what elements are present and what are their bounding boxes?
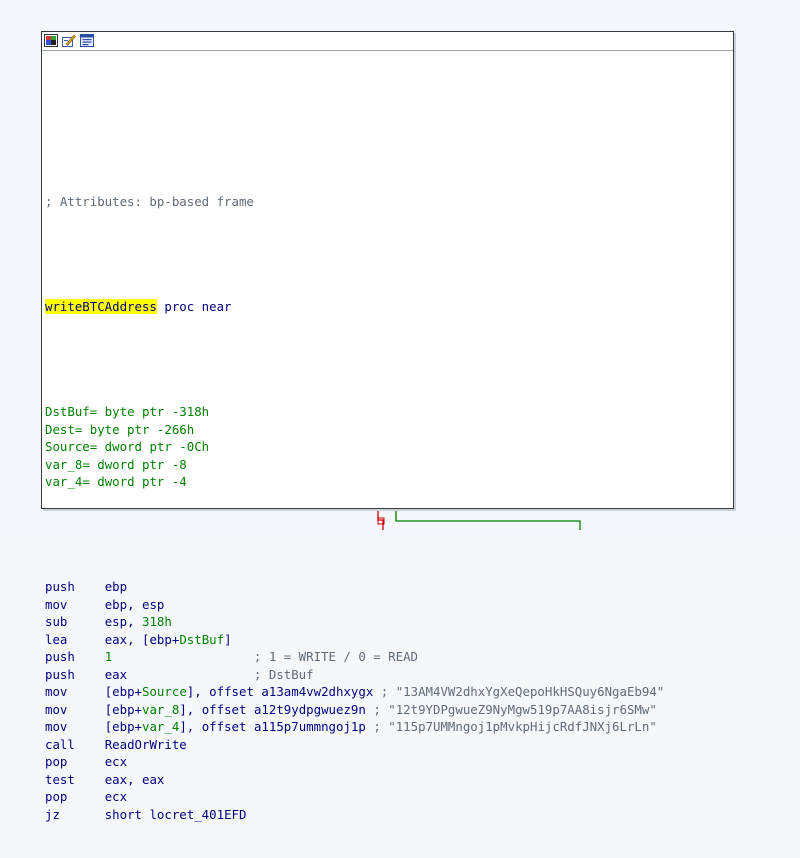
instruction-line[interactable]: mov [ebp+var_8], offset a12t9ydpgwuez9n … [45, 701, 733, 719]
stack-variable-name[interactable]: DstBuf [45, 404, 90, 419]
node-titlebar [42, 32, 733, 51]
instruction-line[interactable]: push ebp [45, 578, 733, 596]
instruction-operands: eax [104, 666, 128, 682]
stack-variable-line: Source= dword ptr -0Ch [45, 438, 733, 456]
stack-variable-def: = dword ptr -0Ch [89, 439, 210, 454]
proc-declaration: proc near [156, 299, 232, 314]
group-node-icon[interactable] [80, 34, 94, 47]
stack-variable-line: var_4= dword ptr -4 [45, 473, 733, 491]
stack-variable-name[interactable]: Source [45, 439, 90, 454]
instruction-mnemonic: pop [45, 789, 105, 804]
instruction-line[interactable]: pop ecx [45, 788, 733, 806]
instruction-mnemonic: test [45, 771, 105, 787]
instruction-mnemonic: mov [45, 701, 105, 717]
instruction-comment: ; "13AM4VW2dhxYgXeQepoHkHSQuy6NgaEb94" [380, 684, 665, 699]
instruction-mnemonic: jz [45, 806, 105, 822]
instruction-line[interactable]: call ReadOrWrite [45, 736, 733, 754]
instruction-operands: ecx [104, 789, 128, 804]
stack-variable-name[interactable]: var_4 [45, 474, 82, 489]
stack-variable-name[interactable]: var_8 [45, 457, 82, 472]
instruction-comment: ; "12t9YDPgwueZ9NyMgw519p7AA8isjr6SMw" [373, 701, 657, 717]
instruction-operands: [ebp+Source], offset a13am4vw2dhxygx [104, 684, 374, 699]
instruction-operands: ecx [104, 754, 128, 769]
instruction-line[interactable]: pop ecx [45, 753, 733, 771]
instruction-operands: ReadOrWrite [104, 736, 187, 752]
attributes-comment: ; Attributes: bp-based frame [45, 194, 254, 209]
instruction-operands: [ebp+var_4], offset a115p7ummngoj1p [104, 719, 366, 734]
instruction-mnemonic: mov [45, 596, 105, 612]
instruction-mnemonic: push [45, 666, 105, 682]
instruction-line[interactable]: test eax, eax [45, 771, 733, 789]
edit-node-icon[interactable] [62, 34, 76, 47]
instruction-line[interactable]: mov ebp, esp [45, 596, 733, 614]
stack-variable-line: Dest= byte ptr -266h [45, 421, 733, 439]
instruction-mnemonic: lea [45, 631, 105, 647]
instruction-line[interactable]: jz short locret_401EFD [45, 806, 733, 824]
disassembly-listing[interactable]: ; Attributes: bp-based frame writeBTCAdd… [45, 53, 733, 822]
instruction-operands: ebp, esp [104, 596, 165, 612]
instruction-line[interactable]: sub esp, 318h [45, 613, 733, 631]
instruction-operands: ebp [104, 579, 128, 594]
instruction-mnemonic: push [45, 579, 105, 594]
instruction-line[interactable]: mov [ebp+var_4], offset a115p7ummngoj1p … [45, 718, 733, 736]
proc-header: writeBTCAddress proc near [45, 298, 733, 316]
instruction-mnemonic: sub [45, 614, 105, 629]
stack-variables: DstBuf= byte ptr -318h Dest= byte ptr -26… [45, 403, 733, 491]
stack-variable-line: var_8= dword ptr -8 [45, 456, 733, 474]
instruction-mnemonic: mov [45, 719, 105, 734]
graph-color-icon[interactable] [44, 34, 58, 47]
instruction-comment: ; "115p7UMMngoj1pMvkpHijcRdfJNXj6LrLn" [373, 719, 657, 734]
instruction-line[interactable]: push eax ; DstBuf [45, 666, 733, 684]
stack-variable-line: DstBuf= byte ptr -318h [45, 403, 733, 421]
stack-variable-name[interactable]: Dest [45, 422, 75, 437]
instruction-comment: ; DstBuf [253, 666, 314, 682]
instruction-operands: eax, eax [104, 771, 165, 787]
instruction-operands: [ebp+var_8], offset a12t9ydpgwuez9n [104, 701, 366, 717]
instruction-operands: eax, [ebp+DstBuf] [104, 631, 232, 647]
instruction-comment: ; 1 = WRITE / 0 = READ [253, 649, 419, 664]
instruction-operands: 1 [104, 649, 113, 664]
stack-variable-def: = dword ptr -4 [82, 474, 187, 489]
instruction-operands: esp, 318h [104, 614, 172, 629]
instruction-line[interactable]: mov [ebp+Source], offset a13am4vw2dhxygx… [45, 683, 733, 701]
instruction-mnemonic: pop [45, 754, 105, 769]
instruction-line[interactable]: push 1 ; 1 = WRITE / 0 = READ [45, 648, 733, 666]
stack-variable-def: = byte ptr -318h [89, 404, 210, 419]
stack-variable-def: = dword ptr -8 [82, 456, 187, 472]
instruction-line[interactable]: lea eax, [ebp+DstBuf] [45, 631, 733, 649]
instruction-mnemonic: call [45, 736, 105, 752]
instruction-mnemonic: push [45, 649, 105, 664]
proc-name[interactable]: writeBTCAddress [45, 299, 157, 314]
instruction-mnemonic: mov [45, 684, 105, 699]
code-block-node[interactable]: ; Attributes: bp-based frame writeBTCAdd… [41, 31, 734, 822]
instruction-operands: short locret_401EFD [104, 806, 247, 822]
stack-variable-def: = byte ptr -266h [74, 421, 195, 437]
instructions: push ebp mov ebp, esp sub esp, 318h lea eax… [45, 578, 733, 823]
